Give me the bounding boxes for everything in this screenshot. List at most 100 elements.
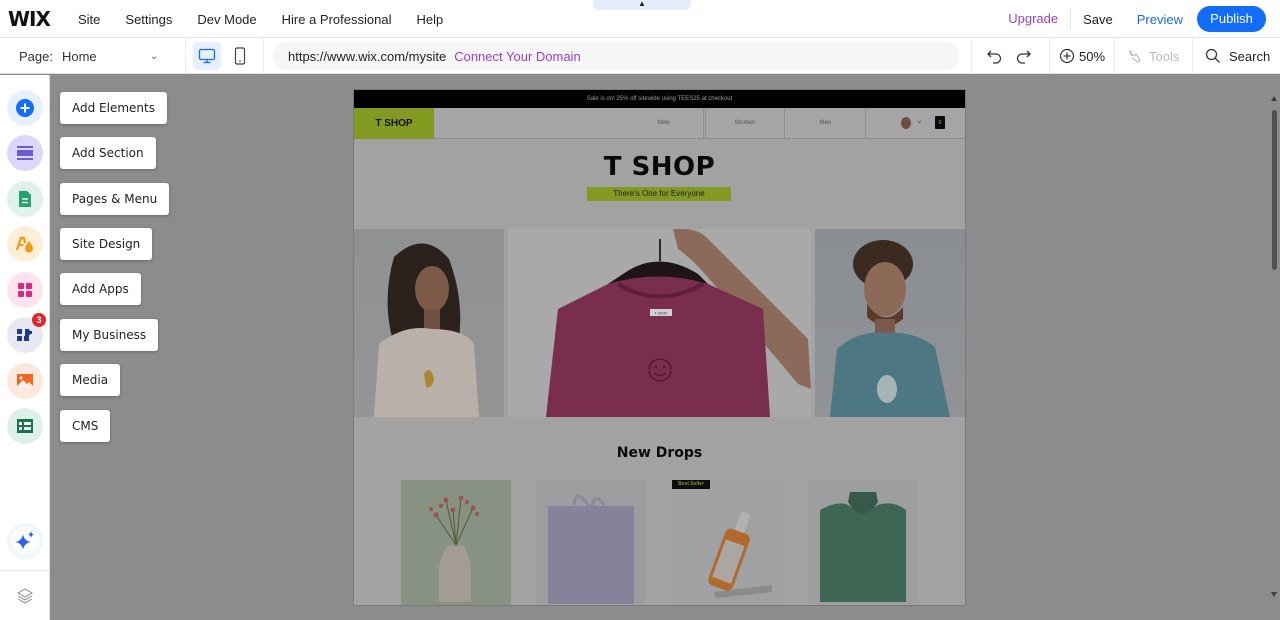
- scroll-down-arrow[interactable]: [1271, 592, 1277, 597]
- best-seller-badge: Best Seller: [672, 480, 710, 489]
- preview-button[interactable]: Preview: [1131, 12, 1197, 27]
- nav-new: New: [624, 108, 704, 139]
- product-card: [401, 480, 511, 605]
- nav-women: Women: [705, 108, 785, 139]
- wix-logo[interactable]: WIX: [8, 7, 51, 31]
- sidebar-item-media[interactable]: [7, 363, 43, 399]
- tooltip-cms[interactable]: CMS: [60, 410, 111, 442]
- section-title-new-drops: New Drops: [616, 445, 703, 461]
- zoom-control[interactable]: 50%: [1059, 38, 1105, 74]
- chevron-down-icon: ⌄: [916, 116, 923, 125]
- menu-site[interactable]: Site: [78, 12, 100, 27]
- product-card: [536, 480, 646, 605]
- scroll-up-arrow[interactable]: [1271, 96, 1277, 101]
- save-button[interactable]: Save: [1071, 12, 1131, 27]
- divider: [263, 38, 264, 74]
- shirt-tag-text: T SHOP: [655, 312, 669, 316]
- upgrade-link[interactable]: Upgrade: [996, 8, 1072, 30]
- sidebar-item-cms[interactable]: [7, 408, 43, 444]
- menu-help[interactable]: Help: [416, 12, 443, 27]
- image-icon: [17, 374, 33, 388]
- design-icon: [15, 236, 33, 253]
- hero-image-man: [815, 229, 965, 417]
- chevron-up-icon: ▲: [638, 0, 646, 8]
- sidebar-item-add-apps[interactable]: [7, 272, 43, 308]
- mobile-view-button[interactable]: [226, 42, 254, 70]
- page-selector[interactable]: Page: Home ⌄: [19, 38, 158, 74]
- zoom-level: 50%: [1079, 48, 1106, 64]
- promo-banner: Sale is on! 25% off sitewide using TEES2…: [354, 90, 965, 108]
- sidebar-item-pages-menu[interactable]: [7, 181, 43, 217]
- menu-hire-professional[interactable]: Hire a Professional: [282, 12, 392, 27]
- scroll-thumb[interactable]: [1272, 110, 1277, 270]
- site-logo: T SHOP: [354, 108, 434, 139]
- notification-badge: 3: [32, 313, 46, 327]
- sidebar-item-site-design[interactable]: [7, 226, 43, 262]
- user-avatar: [901, 117, 911, 129]
- menu-settings[interactable]: Settings: [125, 12, 172, 27]
- tooltip-add-section[interactable]: Add Section: [60, 137, 156, 169]
- sidebar-item-my-business[interactable]: 3: [7, 313, 46, 353]
- divider: [1192, 38, 1193, 74]
- mobile-icon: [234, 47, 246, 65]
- hero-tagline: There's One for Everyone: [587, 187, 731, 201]
- sidebar-divider: [0, 570, 50, 571]
- divider: [1114, 38, 1115, 74]
- search-icon: [1205, 48, 1220, 63]
- publish-button[interactable]: Publish: [1197, 6, 1266, 32]
- tooltip-media[interactable]: Media: [60, 364, 121, 396]
- hero-image-tshirt: T SHOP: [508, 229, 811, 417]
- tooltip-my-business[interactable]: My Business: [60, 319, 159, 351]
- search-label: Search: [1229, 48, 1271, 64]
- layers-icon: [16, 588, 34, 604]
- undo-redo: [986, 38, 1032, 74]
- cart-icon: 0: [935, 116, 945, 129]
- main-menu: Site Settings Dev Mode Hire a Profession…: [78, 0, 468, 38]
- page-label: Page:: [19, 48, 53, 64]
- tooltip-add-elements[interactable]: Add Elements: [60, 92, 167, 124]
- nav-men: Men: [786, 108, 866, 139]
- ai-assistant-button[interactable]: [7, 523, 43, 559]
- hero-image-woman: [354, 229, 504, 417]
- editor-toolbar: Page: Home ⌄ https://www.wix.com/mysite …: [0, 38, 1280, 74]
- wrench-icon: [1128, 49, 1141, 63]
- desktop-icon: [198, 48, 216, 64]
- undo-icon[interactable]: [986, 47, 1004, 65]
- section-icon: [17, 146, 33, 160]
- search-button[interactable]: Search: [1205, 38, 1270, 74]
- sidebar-item-add-section[interactable]: [7, 135, 43, 171]
- business-icon: [17, 329, 32, 341]
- tools-label: Tools: [1149, 48, 1180, 64]
- product-card: [672, 480, 782, 605]
- tooltip-pages-menu[interactable]: Pages & Menu: [60, 183, 170, 215]
- menu-dev-mode[interactable]: Dev Mode: [197, 12, 256, 27]
- tools-button[interactable]: Tools: [1126, 38, 1179, 74]
- zoom-in-icon: [1059, 48, 1075, 64]
- site-header: T SHOP New Women Men ⌄ 0: [354, 108, 965, 139]
- tooltip-add-apps[interactable]: Add Apps: [60, 273, 141, 305]
- table-icon: [17, 419, 33, 433]
- divider: [185, 38, 186, 74]
- connect-domain-link[interactable]: Connect Your Domain: [454, 49, 580, 64]
- layers-button[interactable]: [7, 578, 43, 614]
- canvas-scrollbar[interactable]: [1269, 90, 1280, 605]
- left-sidebar: 3: [0, 75, 50, 620]
- divider: [971, 38, 972, 74]
- collapse-topbar-button[interactable]: ▲: [593, 0, 691, 10]
- redo-icon[interactable]: [1014, 47, 1032, 65]
- tooltip-site-design[interactable]: Site Design: [60, 228, 153, 260]
- site-canvas[interactable]: Sale is on! 25% off sitewide using TEES2…: [354, 90, 965, 605]
- desktop-view-button[interactable]: [193, 42, 221, 70]
- hero-title: T SHOP: [603, 152, 716, 182]
- site-url[interactable]: https://www.wix.com/mysite: [288, 49, 446, 64]
- chevron-down-icon: ⌄: [149, 50, 159, 62]
- plus-circle-icon: [16, 99, 34, 117]
- sidebar-item-add-elements[interactable]: [7, 90, 43, 126]
- sparkle-icon: [15, 531, 34, 550]
- page-value: Home: [61, 48, 97, 64]
- top-bar: WIX Site Settings Dev Mode Hire a Profes…: [0, 0, 1280, 38]
- apps-grid-icon: [18, 283, 32, 297]
- divider: [1049, 38, 1050, 74]
- product-card: [808, 480, 918, 605]
- site-url-bar: https://www.wix.com/mysite Connect Your …: [273, 42, 960, 70]
